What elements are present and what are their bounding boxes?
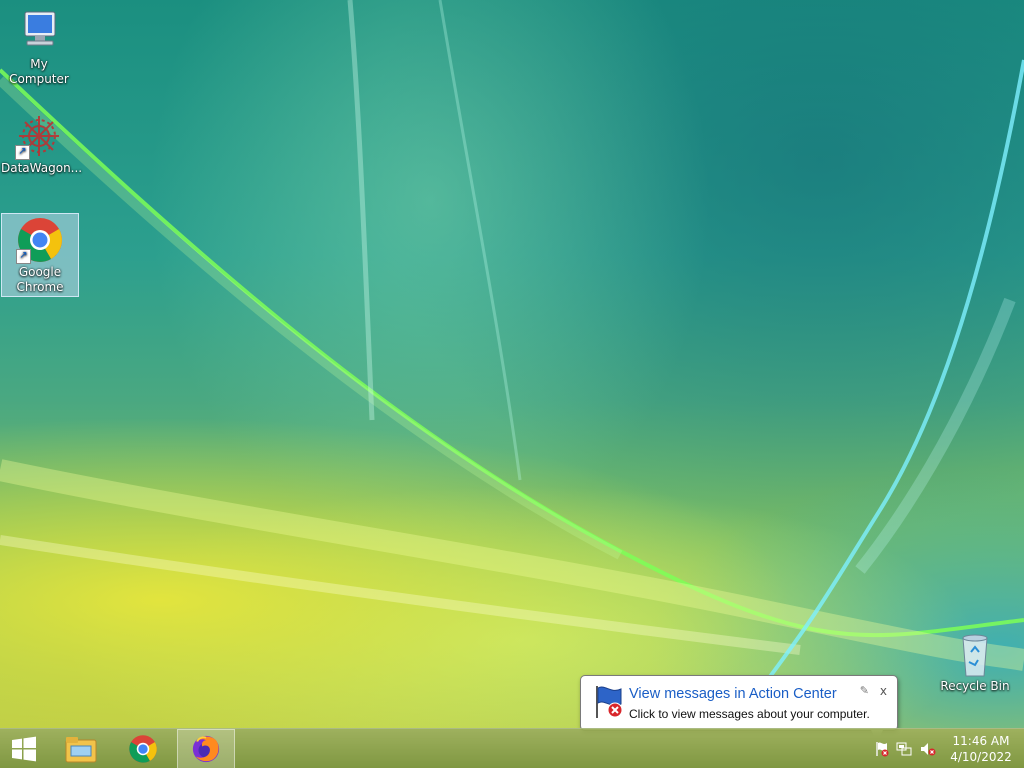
chrome-icon: ↗ xyxy=(16,216,64,264)
start-icon xyxy=(12,736,36,762)
clock[interactable]: 11:46 AM 4/10/2022 xyxy=(946,733,1016,765)
action-center-notification[interactable]: View messages in Action Center Click to … xyxy=(580,675,898,742)
desktop-icon-label: My Computer xyxy=(9,57,69,86)
close-icon[interactable]: x xyxy=(880,684,887,698)
notification-title[interactable]: View messages in Action Center xyxy=(629,686,837,702)
taskbar-chrome[interactable] xyxy=(115,729,171,768)
taskbar: 11:46 AM 4/10/2022 xyxy=(0,728,1024,768)
desktop-icon-google-chrome[interactable]: ↗ Google Chrome xyxy=(1,213,79,297)
desktop-icon-label: DataWagon... xyxy=(1,161,83,175)
recycle-bin-icon xyxy=(951,630,999,678)
datawagon-icon: ↗ xyxy=(15,112,63,160)
desktop-icon-label: Google Chrome xyxy=(16,265,64,294)
clock-time: 11:46 AM xyxy=(952,734,1010,748)
shortcut-arrow-icon: ↗ xyxy=(15,145,30,160)
network-icon[interactable] xyxy=(892,741,916,757)
action-center-flag-icon xyxy=(591,684,625,723)
wallpaper-streaks xyxy=(0,0,1024,692)
notification-message[interactable]: Click to view messages about your comput… xyxy=(629,707,870,721)
computer-icon xyxy=(15,8,63,56)
start-button[interactable] xyxy=(0,729,48,768)
taskbar-file-explorer[interactable] xyxy=(53,729,109,768)
clock-date: 4/10/2022 xyxy=(950,750,1012,764)
shortcut-arrow-icon: ↗ xyxy=(16,249,31,264)
system-tray xyxy=(872,729,940,768)
volume-muted-icon[interactable] xyxy=(916,741,940,757)
notification-options-icon[interactable]: ✎ xyxy=(860,684,869,697)
desktop-icon-recycle-bin[interactable]: Recycle Bin xyxy=(937,630,1013,694)
action-center-flag-icon[interactable] xyxy=(872,741,892,757)
chrome-icon xyxy=(129,735,157,763)
desktop-icon-my-computer[interactable]: My Computer xyxy=(1,8,77,87)
file-explorer-icon xyxy=(65,737,97,763)
taskbar-firefox[interactable] xyxy=(177,729,235,768)
desktop[interactable]: My Computer ↗ DataWagon... ↗ Google Chro… xyxy=(0,0,1024,728)
desktop-icon-label: Recycle Bin xyxy=(940,679,1010,693)
firefox-icon xyxy=(192,735,220,763)
desktop-icon-datawagon[interactable]: ↗ DataWagon... xyxy=(1,112,83,176)
